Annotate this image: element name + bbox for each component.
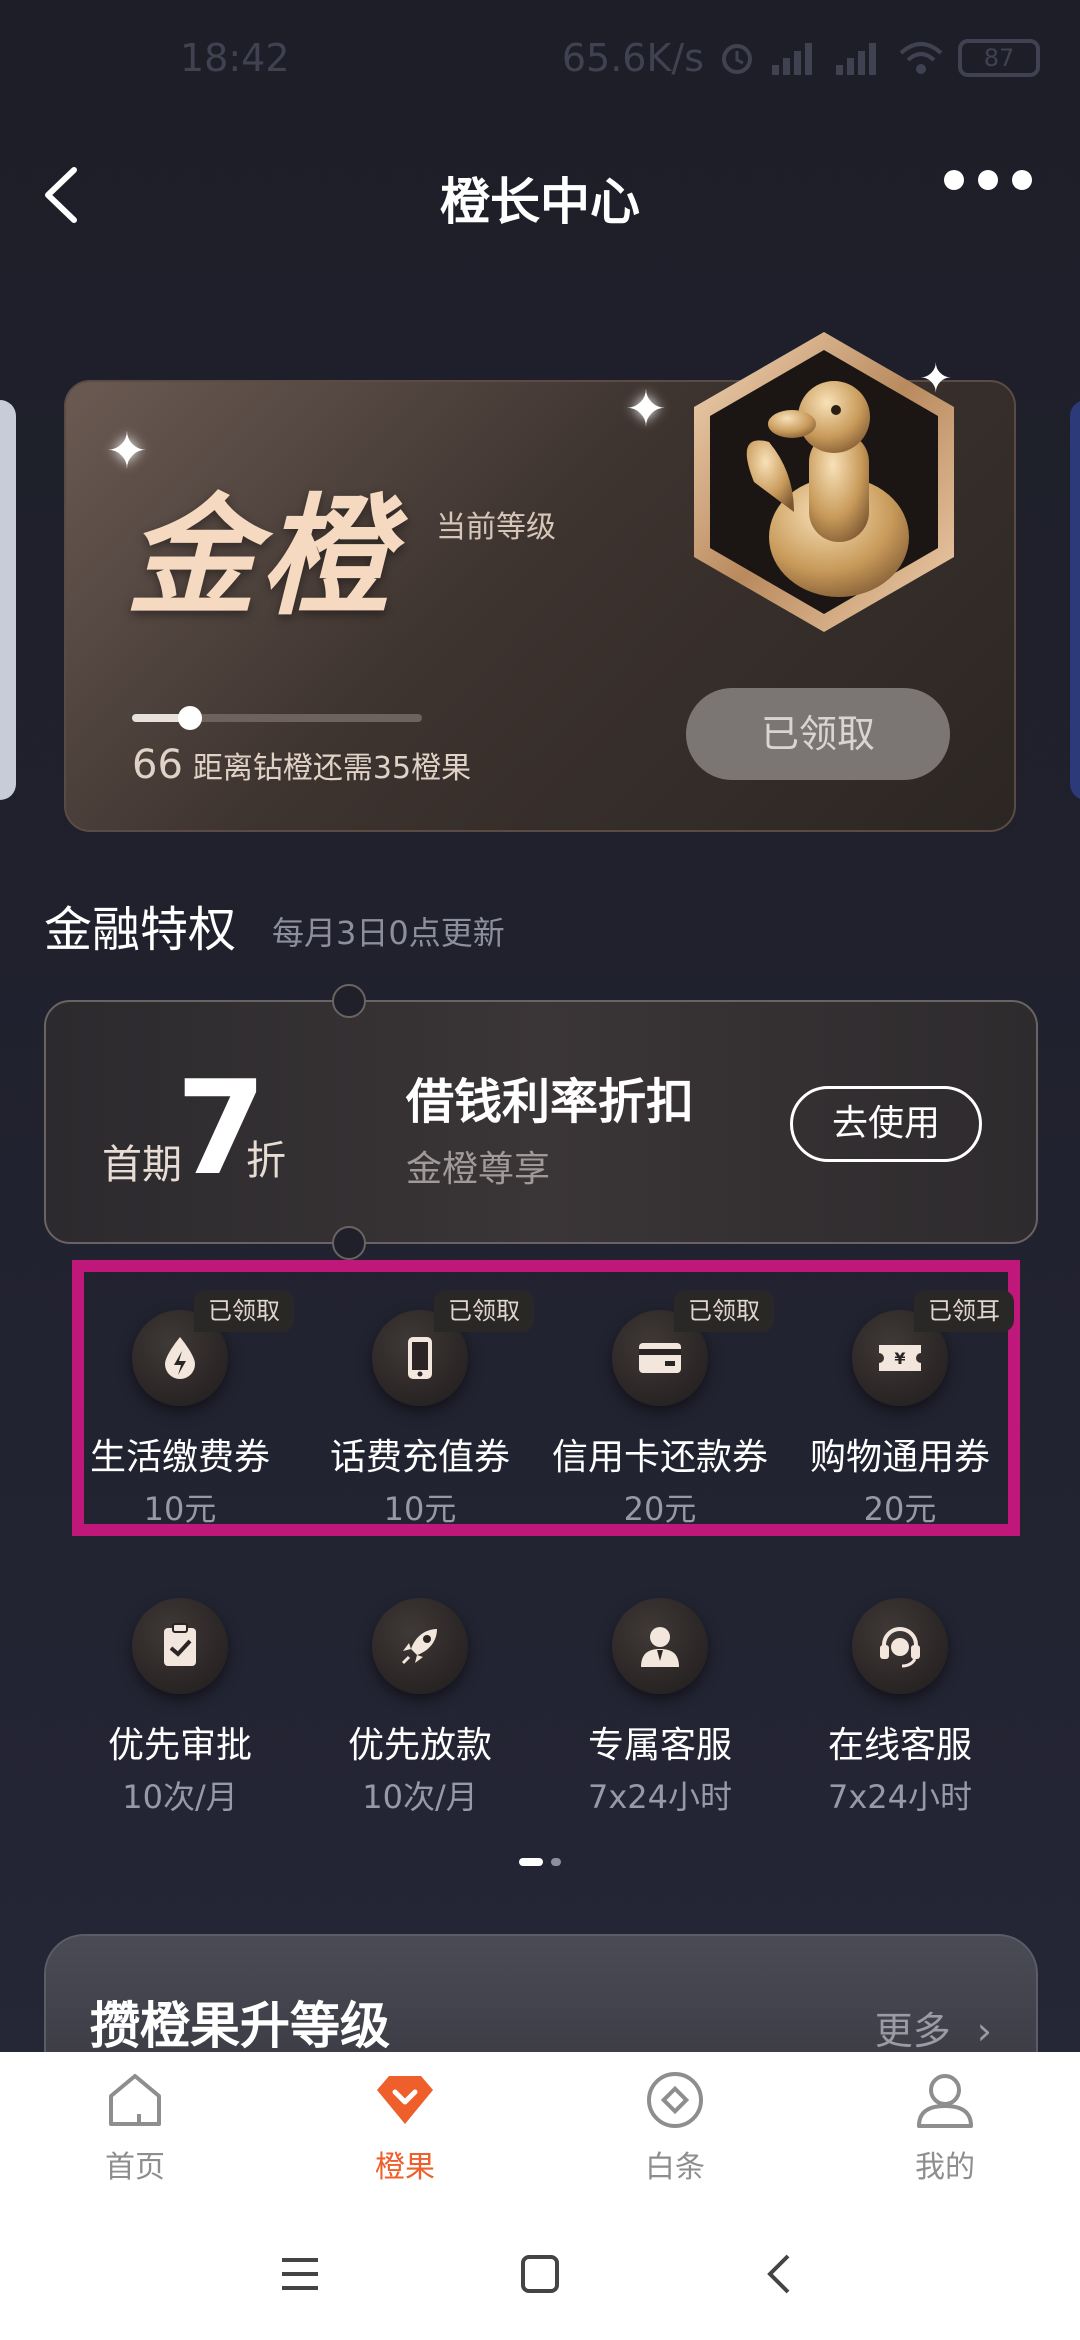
sparkle-icon: ✦ [625,380,667,438]
previous-level-card[interactable] [0,400,16,800]
status-time: 18:42 [180,36,290,80]
clipboard-check-icon [132,1598,228,1694]
service-value: 7x24小时 [827,1778,973,1816]
svg-text:¥: ¥ [894,1349,905,1368]
use-coupon-button[interactable]: 去使用 [790,1086,982,1162]
service-label: 在线客服 [827,1725,972,1766]
claimed-tag: 已领取 [674,1290,774,1332]
tab-orange[interactable]: 橙果 [270,2052,540,2208]
more-menu-icon[interactable] [944,170,1032,190]
wifi-icon [899,42,943,74]
chevron-right-icon: › [976,2009,992,2053]
service-label: 专属客服 [587,1725,732,1766]
page-title: 橙长中心 [440,173,640,231]
voucher-row: 已领取 生活缴费券 10元 已领取 话费充值券 10元 已领取 信用卡还款券 2… [60,1290,1020,1530]
tab-label: 白条 [645,2150,705,2185]
page-dot-active [519,1858,543,1866]
person-icon [612,1598,708,1694]
page-indicator [0,1858,1080,1866]
alarm-icon [722,44,752,74]
level-subtitle: 当前等级 [436,510,556,545]
upgrade-title: 攒橙果升等级 [90,1997,390,2055]
signal-icon [772,43,812,75]
page-dot [551,1858,561,1866]
voucher-label: 信用卡还款券 [551,1437,768,1478]
claimed-tag: 已领取 [434,1290,534,1332]
status-right: 65.6K/s 87 [562,36,1040,80]
progress-value: 66 [132,742,183,788]
nav-bar: 橙长中心 [0,140,1080,250]
next-level-card[interactable] [1070,400,1080,800]
more-label: 更多 [874,2009,951,2053]
tab-label: 我的 [915,2150,975,2185]
voucher-item[interactable]: 已领取 生活缴费券 10元 [60,1290,300,1530]
voucher-label: 生活缴费券 [89,1437,270,1478]
home-square-icon[interactable] [518,2252,562,2296]
claimed-button[interactable]: 已领取 [686,688,950,780]
finance-section-subtitle: 每月3日0点更新 [272,914,505,952]
level-card: ✦ 金橙 当前等级 66 距离钻橙还需35橙果 已领取 ✦ [64,332,1016,832]
status-bar: 18:42 65.6K/s 87 [0,0,1080,120]
bottom-tab-bar: 首页 橙果 白条 我的 [0,2052,1080,2208]
menu-icon[interactable] [278,2252,322,2296]
service-label: 优先放款 [347,1725,492,1766]
service-value: 10次/月 [122,1778,238,1816]
voucher-value: 20元 [863,1490,937,1528]
tab-label: 首页 [105,2150,165,2185]
battery-indicator: 87 [958,39,1040,77]
rocket-icon [372,1598,468,1694]
system-navigation [0,2208,1080,2340]
finance-section-title: 金融特权 [44,902,237,958]
service-item[interactable]: 专属客服 7x24小时 [540,1598,780,1818]
voucher-item[interactable]: 已领耳 ¥ 购物通用券 20元 [780,1290,1020,1530]
coupon-title: 借钱利率折扣 [406,1074,695,1130]
voucher-value: 10元 [143,1490,217,1528]
signal-icon [836,43,876,75]
home-icon [109,2074,161,2126]
tab-baitiao[interactable]: 白条 [540,2052,810,2208]
progress-description: 距离钻橙还需35橙果 [192,751,472,786]
service-item[interactable]: 优先审批 10次/月 [60,1598,300,1818]
back-icon[interactable] [758,2252,802,2296]
progress-text: 66 距离钻橙还需35橙果 [132,742,471,788]
voucher-label: 话费充值券 [329,1437,510,1478]
claimed-tag: 已领耳 [914,1290,1014,1332]
diamond-circle-icon [647,2072,703,2128]
level-progress-bar [132,706,422,730]
voucher-value: 20元 [623,1490,697,1528]
rate-discount-coupon: 首期 7 折 借钱利率折扣 金橙尊享 去使用 [44,984,1038,1260]
tab-label: 橙果 [375,2150,435,2185]
service-value: 10次/月 [362,1778,478,1816]
user-icon [917,2074,973,2128]
orange-gem-icon [377,2076,433,2124]
more-link[interactable]: 更多 › [875,2000,992,2055]
svg-text:✦: ✦ [919,356,953,402]
service-label: 优先审批 [107,1725,252,1766]
service-row: 优先审批 10次/月 优先放款 10次/月 专属客服 7x24小时 在线客服 7… [60,1598,1020,1818]
service-item[interactable]: 在线客服 7x24小时 [780,1598,1020,1818]
claimed-tag: 已领取 [194,1290,294,1332]
coupon-subtitle: 金橙尊享 [406,1149,551,1190]
coupon-suffix: 折 [246,1138,286,1184]
tab-mine[interactable]: 我的 [810,2052,1080,2208]
net-speed: 65.6K/s [561,36,704,80]
voucher-item[interactable]: 已领取 话费充值券 10元 [300,1290,540,1530]
voucher-label: 购物通用券 [809,1437,990,1478]
coupon-prefix: 首期 [102,1142,182,1188]
tab-home[interactable]: 首页 [0,2052,270,2208]
voucher-item[interactable]: 已领取 信用卡还款券 20元 [540,1290,780,1530]
voucher-value: 10元 [383,1490,457,1528]
level-name: 金橙 [126,481,395,633]
service-value: 7x24小时 [587,1778,733,1816]
headset-icon [852,1598,948,1694]
service-item[interactable]: 优先放款 10次/月 [300,1598,540,1818]
golden-duck-badge-icon: ✦ [694,332,954,632]
